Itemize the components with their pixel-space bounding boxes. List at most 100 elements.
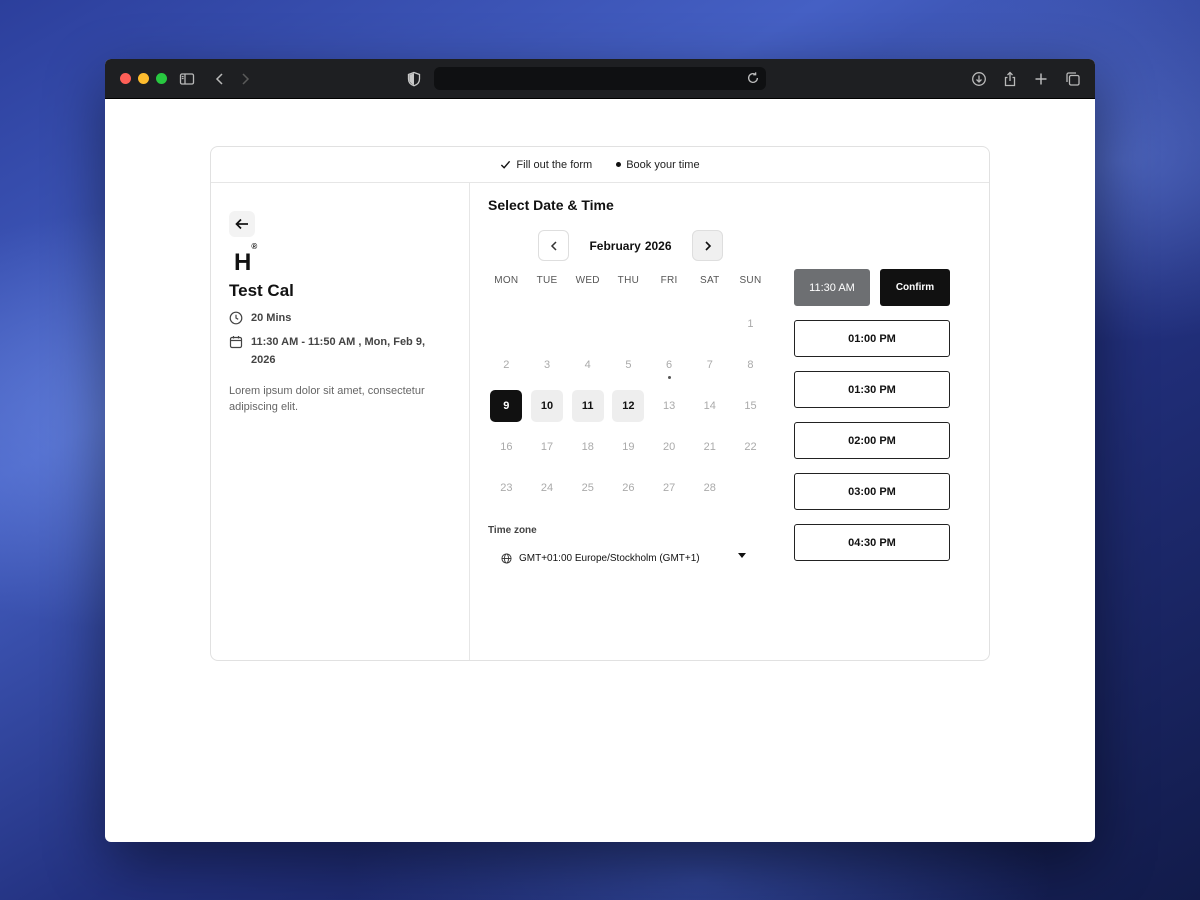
- check-icon: [501, 160, 511, 169]
- unavailable-day: 25: [581, 481, 594, 494]
- calendar-week: 1: [486, 303, 771, 344]
- unavailable-day: 5: [625, 358, 632, 371]
- unavailable-day: 21: [703, 440, 716, 453]
- event-datetime: 11:30 AM - 11:50 AM , Mon, Feb 9, 2026: [229, 333, 439, 369]
- calendar-week: 2 3 4 5 6 7 8: [486, 344, 771, 385]
- unavailable-day: 6: [649, 349, 690, 381]
- unavailable-day: 2: [503, 358, 510, 371]
- step-label: Book your time: [626, 158, 700, 171]
- chevron-right-icon: [704, 240, 711, 251]
- chevron-left-icon: [550, 240, 557, 251]
- next-month-button[interactable]: [692, 230, 723, 261]
- back-nav-icon[interactable]: [210, 69, 230, 89]
- step-label: Fill out the form: [516, 158, 593, 171]
- browser-window: Fill out the form Book your time H® Test…: [105, 59, 1095, 842]
- clock-icon: [229, 311, 243, 325]
- weekday-label: SAT: [699, 275, 720, 286]
- step-fill-form: Fill out the form: [500, 159, 592, 171]
- unavailable-day: 1: [747, 317, 754, 330]
- available-day[interactable]: 11: [567, 389, 608, 422]
- zoom-window-button[interactable]: [156, 73, 167, 84]
- logo-letter: H: [234, 249, 252, 276]
- share-icon[interactable]: [1000, 69, 1020, 89]
- day-number: 9: [490, 389, 523, 422]
- unavailable-day: 16: [500, 440, 513, 453]
- empty-day-cell: [527, 308, 568, 340]
- calendar-week: 23 24 25 26 27 28: [486, 467, 771, 508]
- unavailable-day: 20: [662, 440, 676, 453]
- weekday-label: THU: [617, 275, 640, 286]
- new-tab-icon[interactable]: [1031, 69, 1051, 89]
- empty-day-cell: [486, 308, 527, 340]
- booking-card: Fill out the form Book your time H® Test…: [210, 146, 990, 661]
- unavailable-day: 23: [500, 481, 513, 494]
- window-controls: [120, 73, 167, 84]
- browser-toolbar: [105, 59, 1095, 99]
- timezone-select[interactable]: GMT+01:00 Europe/Stockholm (GMT+1): [501, 549, 746, 567]
- registered-mark: ®: [251, 242, 258, 251]
- time-slot[interactable]: 01:30 PM: [794, 371, 950, 408]
- weekday-label: TUE: [536, 275, 558, 286]
- brand-logo: H®: [234, 242, 257, 277]
- weekday-label: MON: [494, 275, 519, 286]
- unavailable-day: 4: [584, 358, 591, 371]
- step-book-time: Book your time: [616, 158, 700, 171]
- forward-nav-icon[interactable]: [235, 69, 255, 89]
- unavailable-day: 17: [540, 440, 554, 453]
- download-icon[interactable]: [969, 69, 989, 89]
- unavailable-day: 7: [706, 358, 713, 371]
- unavailable-day: 8: [747, 358, 754, 371]
- empty-day-cell: [689, 308, 730, 340]
- calendar-grid: 1 2 3 4 5 6 7 8 9 10 11 12 13 14 15 16 17 18 19 20 21 22 23 24 2…: [486, 303, 771, 508]
- unavailable-day: 22: [744, 440, 757, 453]
- close-window-button[interactable]: [120, 73, 131, 84]
- time-slot[interactable]: 01:00 PM: [794, 320, 950, 357]
- event-description: Lorem ipsum dolor sit amet, consectetur …: [229, 385, 425, 413]
- caret-down-icon: [738, 553, 746, 558]
- today-indicator: [667, 375, 671, 379]
- day-number: 11: [571, 389, 604, 422]
- month-label: February 2026: [569, 230, 692, 261]
- unavailable-day: 19: [622, 440, 635, 453]
- globe-icon: [501, 552, 512, 564]
- unavailable-day: 28: [703, 481, 716, 494]
- scheduler-panel: Select Date & Time February 2026 MON TUE W…: [471, 183, 989, 660]
- weekday-label: FRI: [660, 275, 678, 286]
- calendar-week: 16 17 18 19 20 21 22: [486, 426, 771, 467]
- day-number: 10: [531, 389, 564, 422]
- selected-time-slot[interactable]: 11:30 AM: [794, 269, 870, 306]
- reload-icon[interactable]: [746, 71, 760, 85]
- available-day[interactable]: 12: [608, 389, 649, 422]
- calendar-week: 9 10 11 12 13 14 15: [486, 385, 771, 426]
- month-name: February: [589, 238, 641, 253]
- selected-day[interactable]: 9: [486, 389, 527, 422]
- empty-day-cell: [730, 472, 771, 504]
- prev-month-button[interactable]: [538, 230, 569, 261]
- address-bar[interactable]: [434, 67, 766, 90]
- empty-day-cell: [567, 308, 608, 340]
- time-slot[interactable]: 03:00 PM: [794, 473, 950, 510]
- unavailable-day: 24: [540, 481, 554, 494]
- empty-day-cell: [649, 308, 690, 340]
- unavailable-day: 27: [662, 481, 676, 494]
- time-slot[interactable]: 02:00 PM: [794, 422, 950, 459]
- day-number: 12: [612, 389, 645, 422]
- datetime-text: 11:30 AM - 11:50 AM , Mon, Feb 9, 2026: [251, 336, 426, 366]
- weekday-label: WED: [575, 275, 600, 286]
- progress-steps: Fill out the form Book your time: [211, 147, 989, 183]
- available-day[interactable]: 10: [527, 389, 568, 422]
- tab-overview-icon[interactable]: [1063, 69, 1083, 89]
- arrow-left-icon: [235, 218, 248, 230]
- calendar-icon: [229, 336, 243, 349]
- weekday-header: MON TUE WED THU FRI SAT SUN: [486, 275, 771, 286]
- event-details-panel: H® Test Cal 20 Mins 11:30 AM - 11:50 AM …: [211, 183, 470, 660]
- shield-icon[interactable]: [404, 69, 424, 89]
- minimize-window-button[interactable]: [138, 73, 149, 84]
- confirm-button[interactable]: Confirm: [880, 269, 950, 306]
- time-slot[interactable]: 04:30 PM: [794, 524, 950, 561]
- time-slots: 11:30 AM Confirm 01:00 PM 01:30 PM 02:00 P…: [794, 269, 950, 575]
- sidebar-toggle-icon[interactable]: [177, 69, 197, 89]
- back-button[interactable]: [229, 211, 255, 237]
- timezone-value: GMT+01:00 Europe/Stockholm (GMT+1): [519, 552, 700, 564]
- timezone-label: Time zone: [488, 525, 537, 536]
